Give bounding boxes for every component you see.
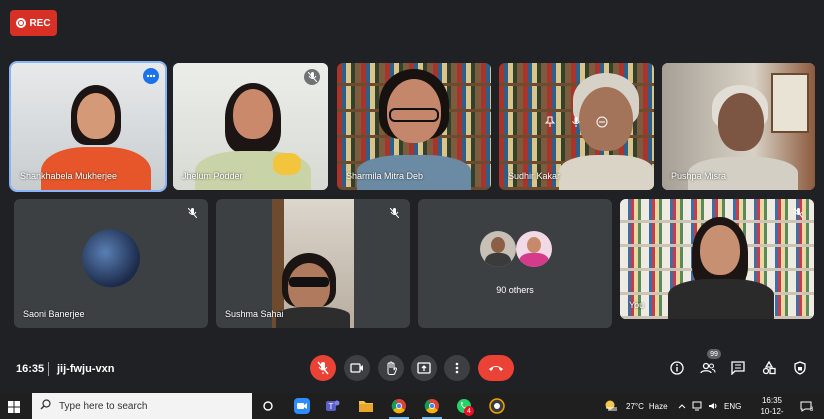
host-controls-button[interactable] (790, 358, 810, 378)
chrome-profile-icon[interactable] (422, 396, 442, 416)
meeting-control-bar: 16:35 jij-fwju-vxn 99 (0, 345, 824, 393)
show-hidden-icons[interactable] (678, 393, 686, 419)
remove-participant-icon[interactable] (596, 115, 608, 137)
participant-tile[interactable]: Sudhir Kakar (499, 63, 654, 190)
participant-tile[interactable]: Pushpa Misra (662, 63, 815, 190)
pin-icon[interactable] (544, 115, 556, 137)
search-icon (40, 399, 51, 413)
notification-badge: 4 (464, 406, 474, 416)
haze-weather-icon (604, 399, 618, 413)
action-center-count: 3 (810, 407, 814, 413)
mic-off-icon (386, 205, 402, 221)
recording-indicator: REC (10, 10, 57, 36)
mic-off-icon (184, 205, 200, 221)
avatar (82, 228, 140, 287)
mic-off-icon (304, 69, 320, 85)
participant-name: Sudhir Kakar (508, 171, 561, 181)
avatar (516, 231, 552, 267)
participant-tile[interactable]: Saoni Banerjee (14, 199, 208, 328)
participant-tile[interactable]: Sharmila Mitra Deb (337, 63, 491, 190)
weather-widget[interactable]: 27°C Haze (604, 393, 668, 419)
participant-tile[interactable]: Jhelum Podder (173, 63, 328, 190)
zoom-app-icon[interactable] (292, 396, 312, 416)
avatar (480, 231, 516, 267)
participant-tile[interactable]: Shankhabela Mukherjee (9, 61, 167, 192)
participant-tile[interactable]: Sushma Sahai (216, 199, 410, 328)
chat-button[interactable] (728, 358, 748, 378)
present-screen-button[interactable] (411, 355, 437, 381)
divider (48, 362, 49, 376)
participant-name: Sushma Sahai (225, 309, 284, 319)
participant-name: Shankhabela Mukherjee (20, 171, 118, 181)
participant-name: Saoni Banerjee (23, 309, 85, 319)
svg-text:T: T (329, 402, 334, 411)
windows-taskbar: Type here to search T 4 27°C Haze ENG 16… (0, 393, 824, 419)
weather-temperature: 27°C (626, 401, 644, 411)
recording-label: REC (29, 17, 51, 29)
language-indicator[interactable]: ENG (724, 393, 741, 419)
meeting-code: jij-fwju-vxn (57, 363, 115, 375)
chrome-icon[interactable] (389, 396, 409, 416)
record-icon (16, 18, 27, 28)
participant-name: You (629, 300, 645, 310)
leave-call-button[interactable] (478, 355, 514, 381)
weather-description: Haze (648, 401, 668, 411)
others-count: 90 others (496, 285, 534, 295)
teams-app-icon[interactable]: T (322, 396, 342, 416)
task-view-icon[interactable] (258, 396, 278, 416)
mic-off-icon (790, 205, 806, 221)
network-icon[interactable] (692, 393, 702, 419)
participant-name: Jhelum Podder (182, 171, 243, 181)
taskbar-search-box[interactable]: Type here to search (32, 393, 252, 419)
windows-start-icon[interactable] (8, 400, 20, 418)
more-options-icon[interactable] (143, 68, 159, 84)
activities-button[interactable] (759, 358, 779, 378)
meeting-clock: 16:35 (16, 363, 45, 375)
meeting-details-button[interactable] (667, 358, 687, 378)
people-button[interactable] (698, 358, 718, 378)
participant-name: Pushpa Misra (671, 171, 727, 181)
camera-app-icon[interactable] (487, 396, 507, 416)
mic-toggle-button[interactable] (310, 355, 336, 381)
camera-toggle-button[interactable] (344, 355, 370, 381)
volume-icon[interactable] (708, 393, 718, 419)
mute-participant-icon[interactable] (570, 115, 582, 137)
system-clock[interactable]: 16:35 10-12-2021 (752, 395, 792, 419)
file-explorer-icon[interactable] (356, 396, 376, 416)
search-placeholder: Type here to search (59, 400, 148, 412)
self-tile[interactable]: You (620, 199, 814, 319)
participant-name: Sharmila Mitra Deb (346, 171, 424, 181)
clock-date: 10-12-2021 (760, 407, 784, 419)
others-tile[interactable]: 90 others (418, 199, 612, 328)
more-options-button[interactable] (444, 355, 470, 381)
raise-hand-button[interactable] (378, 355, 404, 381)
clock-time: 16:35 (761, 396, 783, 405)
action-center-icon[interactable]: 3 (800, 393, 813, 419)
